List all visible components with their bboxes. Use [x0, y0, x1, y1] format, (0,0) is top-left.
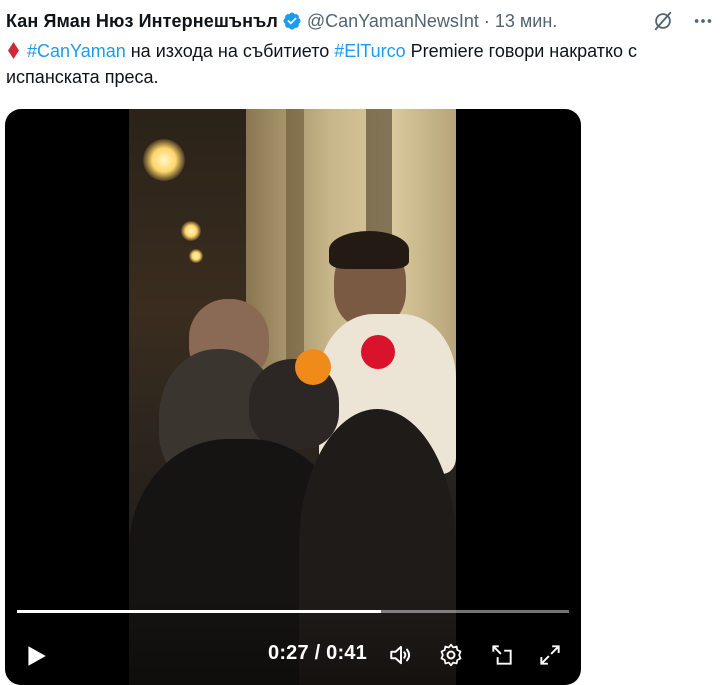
progress-fill [17, 610, 381, 613]
red-microphone [361, 335, 395, 369]
header-actions [652, 8, 714, 34]
dock-icon[interactable] [489, 642, 515, 668]
video-controls [5, 595, 581, 685]
progress-bar[interactable] [17, 610, 569, 613]
timestamp[interactable]: 13 мин. [495, 11, 557, 32]
hashtag-canyaman[interactable]: #CanYaman [27, 41, 126, 61]
video-player[interactable]: 0:27 / 0:41 [5, 109, 581, 685]
fullscreen-icon[interactable] [537, 642, 563, 668]
street-lamp [181, 221, 201, 241]
author-handle[interactable]: @CanYamanNewsInt [307, 11, 479, 32]
tweet-text: #CanYaman на изхода на събитието #ElTurc… [6, 38, 711, 90]
orange-microphone [295, 349, 331, 385]
red-diamond-icon [8, 42, 19, 59]
tweet-header: Кан Яман Нюз Интернешънъл @CanYamanNewsI… [6, 8, 714, 34]
volume-icon[interactable] [388, 642, 414, 668]
verified-badge-icon[interactable] [282, 11, 302, 31]
separator-dot: · [483, 10, 490, 31]
video-timecode: 0:27 / 0:41 [268, 642, 367, 665]
tweet-text-middle: на изхода на събитието [125, 41, 335, 61]
street-lamp [189, 249, 203, 263]
duration: 0:41 [326, 642, 367, 664]
current-time: 0:27 [268, 642, 309, 664]
street-lamp [143, 139, 185, 181]
hashtag-elturco[interactable]: #ElTurco [334, 41, 405, 61]
more-icon[interactable] [692, 10, 714, 32]
play-icon[interactable] [23, 643, 49, 669]
speaker-hair [329, 231, 409, 269]
time-separator: / [308, 642, 327, 664]
author-name[interactable]: Кан Яман Нюз Интернешънъл [6, 11, 278, 32]
settings-icon[interactable] [438, 642, 464, 668]
grok-icon[interactable] [652, 10, 674, 32]
